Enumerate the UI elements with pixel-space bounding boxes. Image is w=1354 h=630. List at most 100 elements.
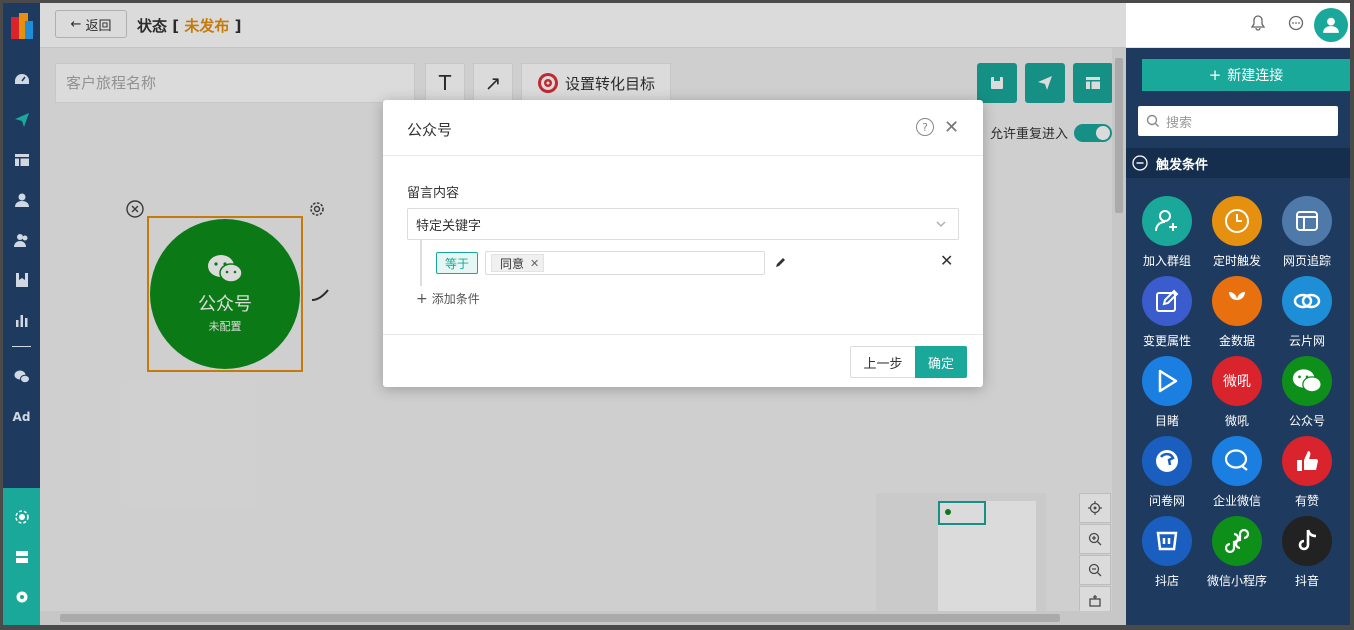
bar-chart-icon[interactable] xyxy=(3,305,40,335)
search-icon xyxy=(1146,114,1159,127)
condition-branch-line xyxy=(420,240,422,286)
trigger-app-label: 抖店 xyxy=(1154,574,1179,588)
plus-icon: + xyxy=(416,290,428,307)
modal-footer: 上一步 确定 xyxy=(383,334,983,388)
keyword-input[interactable]: 同意 ✕ xyxy=(485,251,765,275)
play-icon xyxy=(1142,356,1192,406)
trigger-app-label: 抖音 xyxy=(1294,574,1319,588)
wecom-icon xyxy=(1212,436,1262,486)
close-icon[interactable]: ✕ xyxy=(944,117,959,138)
trigger-app-tiktok[interactable]: 抖音 xyxy=(1272,516,1342,589)
trigger-app-label: 微信小程序 xyxy=(1206,574,1267,588)
bookmark-icon[interactable] xyxy=(3,265,40,295)
field-label: 留言内容 xyxy=(407,186,460,201)
modal-title: 公众号 xyxy=(407,121,453,139)
top-right-actions xyxy=(1250,3,1350,47)
trigger-app-edit[interactable]: 变更属性 xyxy=(1132,276,1202,349)
keyword-tag: 同意 ✕ xyxy=(491,254,545,272)
wenjuan-icon xyxy=(1142,436,1192,486)
settings-icon[interactable] xyxy=(3,582,40,612)
miniprogram-icon xyxy=(1212,516,1262,566)
trigger-app-label: 有赞 xyxy=(1294,494,1319,508)
logo xyxy=(11,13,33,39)
trigger-app-yunpian[interactable]: 云片网 xyxy=(1272,276,1342,349)
webpage-icon xyxy=(1282,196,1332,246)
add-condition-button[interactable]: + 添加条件 xyxy=(416,290,480,307)
message-icon[interactable] xyxy=(1288,15,1304,35)
trigger-app-label: 问卷网 xyxy=(1148,494,1185,508)
remove-condition-icon[interactable]: ✕ xyxy=(940,251,953,270)
message-type-value: 特定关键字 xyxy=(416,218,482,234)
doudian-icon xyxy=(1142,516,1192,566)
app-window: Ad ← 返回 状态 [ 未发布 ] 客户旅程名称 T ↗ 设置转化目标 允许重… xyxy=(3,3,1350,625)
trigger-app-label: 目睹 xyxy=(1154,414,1179,428)
add-condition-label: 添加条件 xyxy=(431,292,480,306)
trigger-app-label: 网页追踪 xyxy=(1282,254,1331,268)
bell-icon[interactable] xyxy=(1250,15,1266,35)
nav-divider xyxy=(12,346,31,347)
tiktok-icon xyxy=(1282,516,1332,566)
wechat-nav-icon[interactable] xyxy=(3,362,40,392)
message-type-select[interactable]: 特定关键字 xyxy=(407,208,959,240)
trigger-app-play[interactable]: 目睹 xyxy=(1132,356,1202,429)
collapse-icon xyxy=(1132,155,1148,171)
help-icon[interactable]: ? xyxy=(916,118,934,136)
modal-header: 公众号 ? ✕ xyxy=(383,100,983,156)
left-nav: Ad xyxy=(3,3,40,625)
edit-icon[interactable] xyxy=(774,256,787,273)
trigger-app-label: 定时触发 xyxy=(1212,254,1261,268)
remove-tag-icon[interactable]: ✕ xyxy=(530,257,539,270)
new-connection-button[interactable]: + 新建连接 xyxy=(1142,59,1350,91)
chevron-down-icon xyxy=(936,221,946,227)
trigger-app-label: 云片网 xyxy=(1288,334,1325,348)
trigger-app-label: 公众号 xyxy=(1288,414,1325,428)
trigger-app-jinshuju[interactable]: 金数据 xyxy=(1202,276,1272,349)
trigger-app-doudian[interactable]: 抖店 xyxy=(1132,516,1202,589)
operator-select[interactable]: 等于 xyxy=(436,252,478,274)
operator-label: 等于 xyxy=(444,256,469,271)
server-icon[interactable] xyxy=(3,542,40,572)
prev-step-label: 上一步 xyxy=(863,356,903,372)
trigger-app-wecom[interactable]: 企业微信 xyxy=(1202,436,1272,509)
network-icon[interactable] xyxy=(3,502,40,532)
trigger-section-title: 触发条件 xyxy=(1156,157,1209,173)
panel-search-input[interactable]: 搜索 xyxy=(1138,106,1338,136)
user-plus-icon xyxy=(1142,196,1192,246)
wechat-config-modal: 公众号 ? ✕ 留言内容 特定关键字 等于 同意 ✕ ✕ + 添加条件 上一步 … xyxy=(383,100,983,387)
trigger-app-label: 加入群组 xyxy=(1142,254,1191,268)
confirm-label: 确定 xyxy=(927,356,954,372)
trigger-section-header[interactable]: 触发条件 xyxy=(1126,148,1350,178)
trigger-app-label: 金数据 xyxy=(1218,334,1255,348)
wechat-icon xyxy=(1282,356,1332,406)
trigger-app-user-plus[interactable]: 加入群组 xyxy=(1132,196,1202,269)
prev-step-button[interactable]: 上一步 xyxy=(850,346,916,378)
users-icon[interactable] xyxy=(3,225,40,255)
thumbs-up-icon xyxy=(1282,436,1332,486)
jinshuju-icon xyxy=(1212,276,1262,326)
avatar[interactable] xyxy=(1314,8,1348,42)
keyword-tag-label: 同意 xyxy=(500,256,525,271)
new-connection-label: 新建连接 xyxy=(1227,68,1284,84)
trigger-app-label: 企业微信 xyxy=(1212,494,1261,508)
dashboard-icon[interactable] xyxy=(3,65,40,95)
search-placeholder: 搜索 xyxy=(1166,115,1193,131)
trigger-app-thumbs-up[interactable]: 有赞 xyxy=(1272,436,1342,509)
confirm-button[interactable]: 确定 xyxy=(915,346,967,378)
trigger-app-label: 微吼 xyxy=(1224,414,1249,428)
edit-icon xyxy=(1142,276,1192,326)
trigger-app-webpage[interactable]: 网页追踪 xyxy=(1272,196,1342,269)
clock-icon xyxy=(1212,196,1262,246)
trigger-app-clock[interactable]: 定时触发 xyxy=(1202,196,1272,269)
right-panel: + 新建连接 搜索 触发条件 加入群组 定时触发 网页追踪 变更属性 金数据 云片网 目睹微… xyxy=(1126,48,1350,625)
ad-icon[interactable]: Ad xyxy=(3,402,40,432)
send-icon[interactable] xyxy=(3,105,40,135)
yunpian-icon xyxy=(1282,276,1332,326)
trigger-app-label: 变更属性 xyxy=(1142,334,1191,348)
trigger-app-weihou[interactable]: 微吼 微吼 xyxy=(1202,356,1272,429)
trigger-app-wenjuan[interactable]: 问卷网 xyxy=(1132,436,1202,509)
trigger-app-wechat[interactable]: 公众号 xyxy=(1272,356,1342,429)
trigger-app-miniprogram[interactable]: 微信小程序 xyxy=(1202,516,1272,589)
user-icon[interactable] xyxy=(3,185,40,215)
plus-icon: + xyxy=(1208,66,1222,84)
layout-icon[interactable] xyxy=(3,145,40,175)
